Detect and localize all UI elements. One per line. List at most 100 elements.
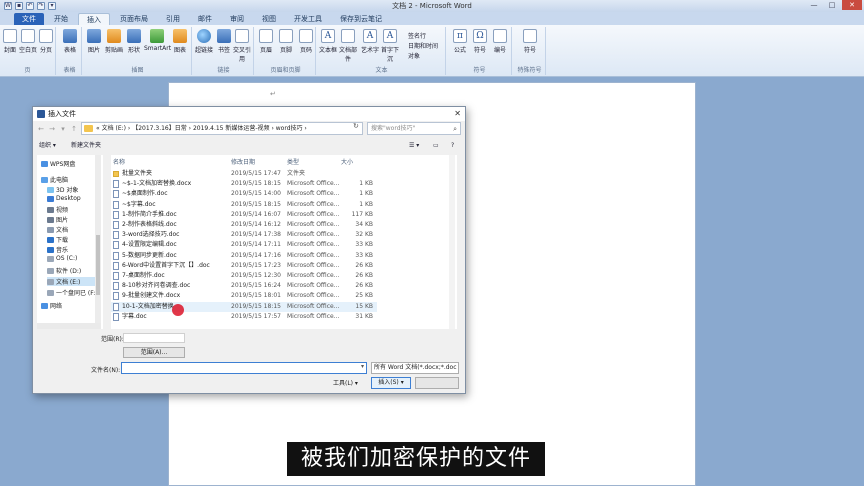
sidebar-item-drive-d[interactable]: 软件 (D:) (47, 266, 81, 275)
equation-button[interactable]: π 公式 (450, 29, 470, 54)
sidebar-item-music[interactable]: 音乐 (47, 245, 68, 254)
undo-icon[interactable]: ↶ (26, 2, 34, 10)
file-row[interactable]: 10-1-文档加密替换 2019/5/15 18:15 Microsoft Offi… (111, 301, 377, 312)
signature-line-button[interactable]: 签名行 (408, 31, 426, 40)
tools-menu[interactable]: 工具(L) ▾ (333, 378, 358, 387)
sidebar-item-desktop[interactable]: Desktop (47, 195, 81, 202)
filename-input[interactable]: ▾ (121, 362, 367, 374)
column-header-size[interactable]: 大小 (341, 157, 353, 166)
dialog-close-icon[interactable]: ✕ (454, 109, 461, 118)
special-symbol-button[interactable]: 符号 (520, 29, 540, 54)
file-row[interactable]: 字幕.doc 2019/5/15 17:57 Microsoft Office...… (111, 312, 377, 322)
sidebar-item-this-pc[interactable]: 此电脑 (41, 175, 68, 184)
header-button[interactable]: 页眉 (256, 29, 276, 54)
tab-mailings[interactable]: 邮件 (190, 13, 220, 25)
tab-file[interactable]: 文件 (14, 13, 44, 25)
cover-button[interactable]: 封面 (0, 29, 20, 54)
tab-review[interactable]: 审阅 (222, 13, 252, 25)
column-header-date[interactable]: 修改日期 (231, 157, 255, 166)
view-options-icon[interactable]: ☰ ▾ (409, 139, 419, 153)
range-input[interactable] (123, 333, 185, 343)
minimize-button[interactable]: — (806, 0, 822, 10)
tab-insert[interactable]: 插入 (78, 13, 110, 25)
tab-view[interactable]: 视图 (254, 13, 284, 25)
file-row[interactable]: 1-制作简介手推.doc 2019/5/14 16:07 Microsoft Off… (111, 210, 377, 220)
refresh-icon[interactable]: ↻ (353, 122, 359, 130)
sidebar-item-wps-cloud[interactable]: WPS网盘 (41, 159, 75, 168)
file-row[interactable]: ~$字幕.doc 2019/5/15 18:15 Microsoft Office.… (111, 200, 377, 210)
tab-references[interactable]: 引用 (158, 13, 188, 25)
quick-parts-button[interactable]: 文档部件 (338, 29, 358, 63)
file-row[interactable]: 2-制作表格斜线.doc 2019/5/14 16:12 Microsoft Off… (111, 220, 377, 230)
symbol-button[interactable]: Ω 符号 (470, 29, 490, 54)
scrollbar-thumb[interactable] (96, 235, 100, 295)
tab-home[interactable]: 开始 (46, 13, 76, 25)
footer-button[interactable]: 页脚 (276, 29, 296, 54)
drop-cap-button[interactable]: A 首字下沉 (380, 29, 400, 63)
tab-cloud-note[interactable]: 保存到云笔记 (332, 13, 390, 25)
file-row[interactable]: 3-word选择技巧.doc 2019/5/14 17:38 Microsoft O… (111, 230, 377, 240)
numbering-button[interactable]: 编号 (490, 29, 510, 54)
clipart-button[interactable]: 剪贴画 (104, 29, 124, 54)
file-row[interactable]: 7-桌面制作.doc 2019/5/15 12:30 Microsoft Offic… (111, 271, 377, 281)
sidebar-item-downloads[interactable]: 下载 (47, 235, 68, 244)
preview-pane-icon[interactable]: ▭ (433, 139, 439, 153)
forward-arrow-icon[interactable]: → (48, 125, 56, 133)
cross-reference-button[interactable]: 交叉引用 (232, 29, 252, 63)
file-row[interactable]: ~$桌面制作.doc 2019/5/15 14:00 Microsoft Offic… (111, 189, 377, 199)
back-arrow-icon[interactable]: ← (37, 125, 45, 133)
new-folder-button[interactable]: 新建文件夹 (71, 139, 101, 153)
sidebar-item-3d-objects[interactable]: 3D 对象 (47, 185, 78, 194)
tab-page-layout[interactable]: 页面布局 (112, 13, 156, 25)
sidebar-item-network[interactable]: 网络 (41, 301, 62, 310)
file-row[interactable]: 5-数据同步更新.doc 2019/5/14 17:16 Microsoft Off… (111, 251, 377, 261)
page-break-button[interactable]: 分页 (36, 29, 56, 54)
maximize-button[interactable]: □ (824, 0, 840, 10)
chevron-down-icon[interactable]: ▾ (401, 379, 404, 386)
chevron-down-icon[interactable]: ▾ (59, 125, 67, 133)
object-button[interactable]: 对象 (408, 51, 420, 60)
blank-page-button[interactable]: 空白页 (18, 29, 38, 54)
close-button[interactable]: ✕ (842, 0, 862, 10)
file-row[interactable]: 批量文件夹 2019/5/15 17:47 文件夹 (111, 169, 377, 179)
sidebar-item-documents[interactable]: 文档 (47, 225, 68, 234)
sidebar-item-pictures[interactable]: 图片 (47, 215, 68, 224)
customize-qat-icon[interactable]: ▾ (48, 2, 56, 10)
smartart-button[interactable]: SmartArt (144, 29, 171, 52)
textbox-button[interactable]: A 文本框 (318, 29, 338, 54)
file-row[interactable]: 8-10秒对齐问卷调查.doc 2019/5/15 16:24 Microsoft … (111, 281, 377, 291)
column-header-type[interactable]: 类型 (287, 157, 299, 166)
file-list-scrollbar[interactable] (449, 155, 455, 329)
sidebar-scrollbar[interactable] (95, 155, 101, 329)
up-arrow-icon[interactable]: ↑ (70, 125, 78, 133)
date-time-button[interactable]: 日期和时间 (408, 41, 438, 50)
file-row[interactable]: 6-Word中设置首字下沉【】.doc 2019/5/15 17:23 Micros… (111, 261, 377, 271)
filetype-select[interactable]: 所有 Word 文档(*.docx;*.doc (371, 362, 459, 374)
bookmark-button[interactable]: 书签 (214, 29, 234, 54)
wordart-button[interactable]: A 艺术字 (360, 29, 380, 54)
organize-button[interactable]: 组织 ▾ (39, 139, 56, 153)
help-icon[interactable]: ? (451, 139, 454, 153)
address-bar[interactable]: « 文档 (E:) › 【2017.3.16】日常 › 2019.4.15 新媒… (81, 122, 363, 135)
file-row[interactable]: ~$-1-文档加密替换.docx 2019/5/15 18:15 Microsoft… (111, 179, 377, 189)
insert-button[interactable]: 插入(S) ▾ (371, 377, 411, 389)
range-button[interactable]: 范围(A)... (123, 347, 185, 358)
chevron-down-icon[interactable]: ▾ (361, 363, 364, 370)
shapes-button[interactable]: 形状 (124, 29, 144, 54)
cancel-button[interactable] (415, 377, 459, 389)
table-button[interactable]: 表格 (60, 29, 80, 54)
chart-button[interactable]: 图表 (170, 29, 190, 54)
column-header-name[interactable]: 名称 (113, 157, 125, 166)
page-number-button[interactable]: 页码 (296, 29, 316, 54)
sidebar-item-drive-e[interactable]: 文档 (E:) (47, 277, 99, 286)
file-row[interactable]: 4-设置限定编辑.doc 2019/5/14 17:11 Microsoft Off… (111, 240, 377, 250)
redo-icon[interactable]: ↷ (37, 2, 45, 10)
sidebar-item-videos[interactable]: 视频 (47, 205, 68, 214)
sidebar-item-drive-c[interactable]: OS (C:) (47, 255, 77, 262)
search-input[interactable]: 搜索"word技巧" ⌕ (367, 122, 461, 135)
file-row[interactable]: 9-批量创建文件.docx 2019/5/15 18:01 Microsoft Of… (111, 291, 377, 301)
sidebar-item-drive-f[interactable]: 一个盘同已 (F:) (47, 288, 98, 297)
save-icon[interactable]: ▪ (15, 2, 23, 10)
picture-button[interactable]: 图片 (84, 29, 104, 54)
hyperlink-button[interactable]: 超链接 (194, 29, 214, 54)
